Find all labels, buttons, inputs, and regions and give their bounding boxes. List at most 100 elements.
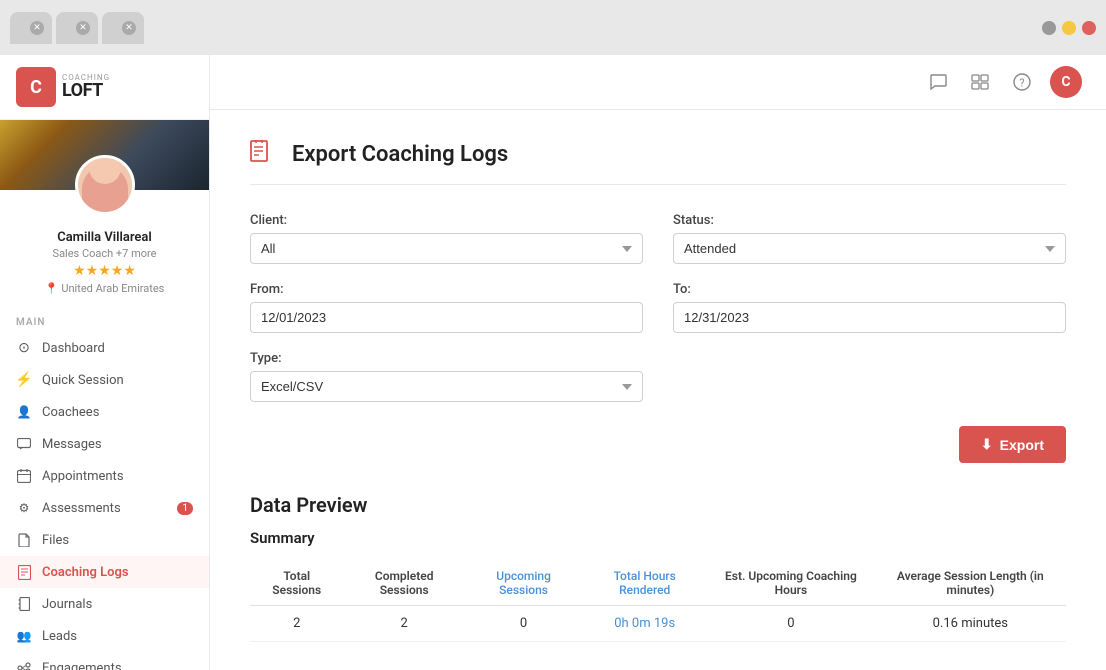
messages-icon: [16, 436, 32, 452]
svg-text:?: ?: [1019, 77, 1024, 90]
export-label: Export: [1000, 437, 1044, 453]
type-select[interactable]: Excel/CSV PDF: [250, 371, 643, 402]
appointments-icon: [16, 468, 32, 484]
sidebar-item-label: Files: [42, 533, 69, 548]
sidebar-item-label: Leads: [42, 629, 77, 644]
profile-location: 📍 United Arab Emirates: [0, 282, 209, 295]
data-preview-title: Data Preview: [250, 493, 1066, 517]
profile-name: Camilla Villareal: [0, 230, 209, 245]
summary-header-hours: Total Hours Rendered: [582, 561, 707, 606]
summary-title: Summary: [250, 529, 1066, 547]
summary-hours: 0h 0m 19s: [582, 606, 707, 642]
export-button[interactable]: ⬇ Export: [959, 426, 1066, 463]
engagements-icon: [16, 660, 32, 670]
sidebar-item-appointments[interactable]: Appointments: [0, 460, 209, 492]
window-btn-yellow[interactable]: [1062, 21, 1076, 35]
browser-tab-3[interactable]: ✕: [102, 12, 144, 44]
sidebar-section-main: MAIN: [0, 307, 209, 332]
export-btn-row: ⬇ Export: [250, 426, 1066, 463]
detail-header-rendered: Rendered Time: [859, 666, 1066, 670]
detail-header-client: Client: [340, 666, 444, 670]
detail-table: Title Client Date Status Estimated Time …: [250, 666, 1066, 670]
data-preview-section: Data Preview Summary Total Sessions Comp…: [250, 493, 1066, 670]
logo-icon: C: [16, 67, 56, 107]
detail-header-title: Title: [250, 666, 340, 670]
sidebar-item-messages[interactable]: Messages: [0, 428, 209, 460]
logo-text: COACHING LOFT: [62, 74, 110, 100]
chat-icon[interactable]: [924, 68, 952, 96]
summary-upcoming: 0: [465, 606, 582, 642]
logo: C COACHING LOFT: [0, 55, 209, 120]
view-icon[interactable]: [966, 68, 994, 96]
summary-completed: 2: [343, 606, 464, 642]
coaching-logs-icon: [16, 564, 32, 580]
summary-row: 2 2 0 0h 0m 19s 0 0.16 minutes: [250, 606, 1066, 642]
sidebar-item-label: Quick Session: [42, 373, 124, 388]
sidebar: C COACHING LOFT Camilla Villareal Sales …: [0, 55, 210, 670]
window-btn-red[interactable]: [1082, 21, 1096, 35]
sidebar-item-files[interactable]: Files: [0, 524, 209, 556]
to-input[interactable]: [673, 302, 1066, 333]
to-group: To:: [673, 282, 1066, 333]
summary-est: 0: [707, 606, 874, 642]
page-header: Export Coaching Logs: [250, 140, 1066, 185]
sidebar-item-leads[interactable]: 👥 Leads: [0, 620, 209, 652]
summary-header-est: Est. Upcoming Coaching Hours: [707, 561, 874, 606]
assessments-icon: ⚙: [16, 500, 32, 516]
client-label: Client:: [250, 213, 643, 228]
page-icon: [250, 140, 278, 168]
profile-stars: ★★★★★: [0, 263, 209, 279]
summary-header-total: Total Sessions: [250, 561, 343, 606]
sidebar-item-dashboard[interactable]: ⊙ Dashboard: [0, 332, 209, 364]
summary-total: 2: [250, 606, 343, 642]
window-btn-gray[interactable]: [1042, 21, 1056, 35]
sidebar-item-label: Assessments: [42, 501, 121, 516]
type-label: Type:: [250, 351, 643, 366]
summary-header-avg: Average Session Length (in minutes): [875, 561, 1066, 606]
to-label: To:: [673, 282, 1066, 297]
summary-header-upcoming: Upcoming Sessions: [465, 561, 582, 606]
sidebar-item-label: Appointments: [42, 469, 124, 484]
sidebar-item-label: Messages: [42, 437, 102, 452]
from-input[interactable]: [250, 302, 643, 333]
sidebar-item-label: Dashboard: [42, 341, 105, 356]
from-label: From:: [250, 282, 643, 297]
status-group: Status: Attended Upcoming Cancelled: [673, 213, 1066, 264]
help-icon[interactable]: ?: [1008, 68, 1036, 96]
client-group: Client: All Specific Client: [250, 213, 643, 264]
status-label: Status:: [673, 213, 1066, 228]
profile-role: Sales Coach +7 more: [0, 247, 209, 260]
type-group: Type: Excel/CSV PDF: [250, 351, 643, 402]
dashboard-icon: ⊙: [16, 340, 32, 356]
avatar: [75, 155, 135, 215]
browser-tab-1[interactable]: ✕: [10, 12, 52, 44]
tab-close-1[interactable]: ✕: [30, 21, 44, 35]
sidebar-item-journals[interactable]: Journals: [0, 588, 209, 620]
detail-header-estimated: Estimated Time: [647, 666, 859, 670]
sidebar-item-coaching-logs[interactable]: Coaching Logs: [0, 556, 209, 588]
journals-icon: [16, 596, 32, 612]
client-select[interactable]: All Specific Client: [250, 233, 643, 264]
sidebar-item-label: Journals: [42, 597, 92, 612]
detail-header-status: Status: [535, 666, 646, 670]
content-area: Export Coaching Logs Client: All Specifi…: [210, 110, 1106, 670]
status-select[interactable]: Attended Upcoming Cancelled: [673, 233, 1066, 264]
sidebar-item-engagements[interactable]: Engagements: [0, 652, 209, 670]
tab-close-3[interactable]: ✕: [122, 21, 136, 35]
export-icon: ⬇: [981, 436, 993, 453]
top-navbar: ? C: [210, 55, 1106, 110]
sidebar-item-coachees[interactable]: 👤 Coachees: [0, 396, 209, 428]
user-avatar[interactable]: C: [1050, 66, 1082, 98]
quick-session-icon: ⚡: [16, 372, 32, 388]
page-title: Export Coaching Logs: [292, 142, 508, 167]
location-icon: 📍: [45, 282, 59, 295]
main-content: ? C Export Coaching Logs: [210, 55, 1106, 670]
sidebar-item-quick-session[interactable]: ⚡ Quick Session: [0, 364, 209, 396]
coachees-icon: 👤: [16, 404, 32, 420]
tab-close-2[interactable]: ✕: [76, 21, 90, 35]
summary-avg: 0.16 minutes: [875, 606, 1066, 642]
sidebar-item-assessments[interactable]: ⚙ Assessments 1: [0, 492, 209, 524]
summary-header-completed: Completed Sessions: [343, 561, 464, 606]
sidebar-item-label: Engagements: [42, 661, 122, 670]
browser-tab-2[interactable]: ✕: [56, 12, 98, 44]
